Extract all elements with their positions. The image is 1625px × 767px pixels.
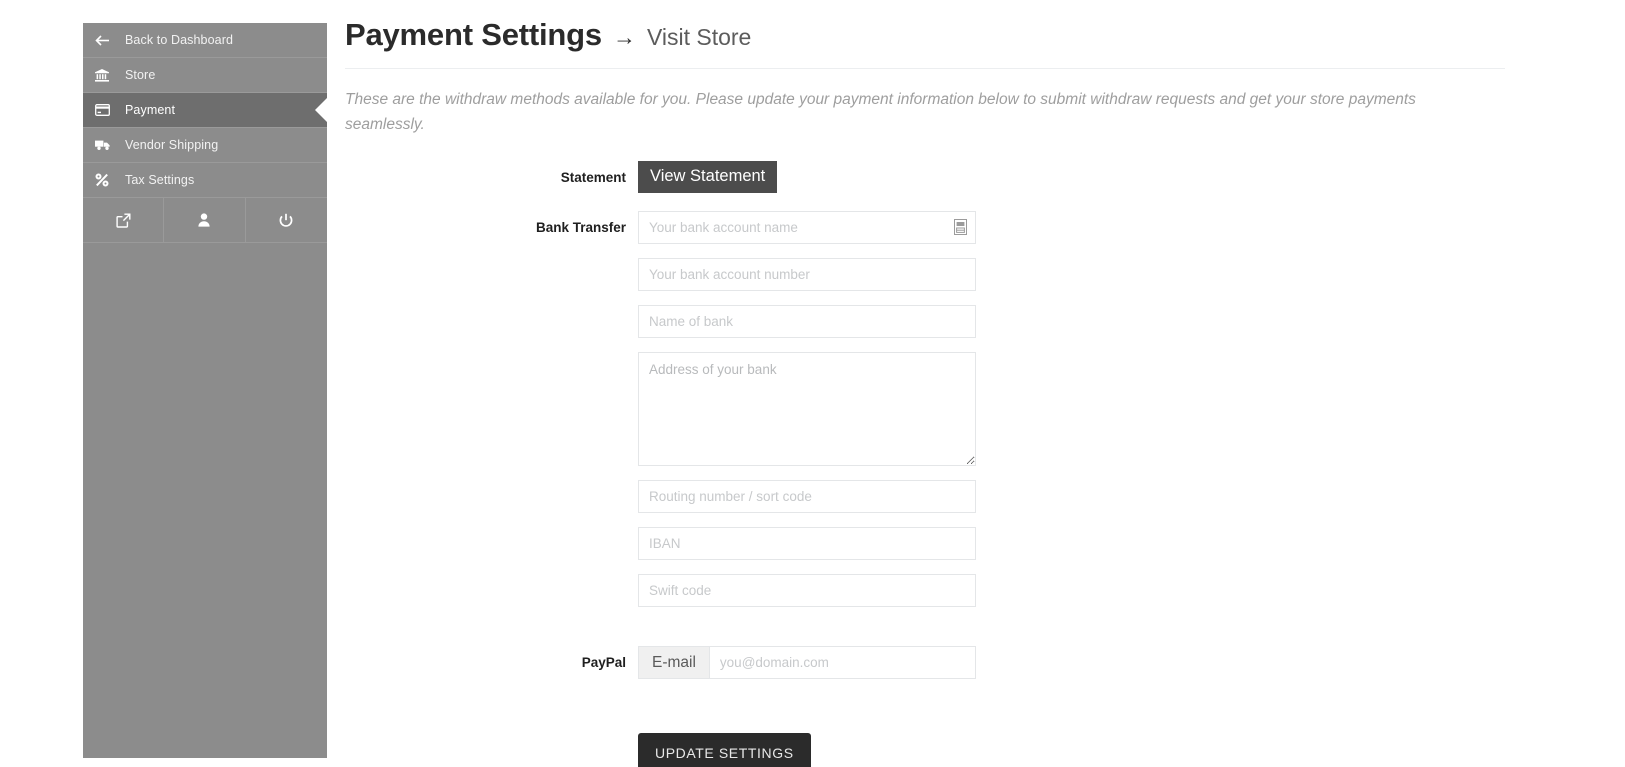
page-title: Payment Settings [345,17,602,52]
sidebar-item-label: Vendor Shipping [125,138,219,152]
sidebar-item-store[interactable]: Store [83,58,327,93]
page-description: These are the withdraw methods available… [345,91,1416,133]
sidebar-item-back-to-dashboard[interactable]: Back to Dashboard [83,23,327,58]
payment-settings-form: Statement View Statement Bank Transfer Y… [345,160,1595,767]
arrow-right-icon: → [612,24,636,50]
external-link-icon [116,213,131,228]
sidebar-item-label: Tax Settings [125,173,195,187]
active-indicator-arrow-icon [315,97,328,123]
paypal-row: PayPal E-mail [345,646,1595,680]
visit-store-link[interactable]: Visit Store [647,24,751,50]
bank-transfer-label: Bank Transfer [535,220,626,236]
sidebar: Back to Dashboard Store Payment Vendor S… [83,23,328,758]
iban-input[interactable] [638,527,976,561]
sidebar-item-label: Payment [125,103,176,117]
submit-spacer [345,733,638,767]
bank-account-name-input[interactable] [638,211,976,245]
page-header: Payment Settings → Visit Store [345,17,1505,70]
bank-icon [95,68,121,82]
bank-transfer-control [638,211,976,621]
paypal-control: E-mail [638,646,976,680]
sidebar-item-payment[interactable]: Payment [83,93,328,128]
truck-icon [95,139,121,151]
routing-number-input[interactable] [638,480,976,514]
main-content: Payment Settings → Visit Store These are… [345,17,1595,767]
bank-address-textarea[interactable] [638,352,976,467]
power-icon [279,213,293,228]
view-statement-button[interactable]: View Statement [638,160,778,194]
credit-card-icon [95,104,121,116]
swift-code-input[interactable] [638,574,976,608]
logout-tool-button[interactable] [246,198,327,242]
update-settings-button[interactable]: UPDATE SETTINGS [638,733,811,767]
paypal-label: PayPal [581,655,626,671]
bank-transfer-row: Bank Transfer [345,211,1595,621]
bank-account-number-input[interactable] [638,258,976,292]
payment-settings-page: Back to Dashboard Store Payment Vendor S… [0,0,1625,767]
paypal-email-input[interactable] [708,646,976,680]
statement-control: View Statement [638,160,778,194]
sidebar-item-vendor-shipping[interactable]: Vendor Shipping [83,128,327,163]
user-icon [198,213,211,227]
sidebar-tools [83,198,327,243]
sidebar-item-tax-settings[interactable]: Tax Settings [83,163,327,198]
paypal-input-group: E-mail [638,646,976,680]
arrow-left-icon [95,34,121,47]
sidebar-item-label: Back to Dashboard [125,33,234,47]
submit-row: UPDATE SETTINGS [345,733,1595,767]
statement-row: Statement View Statement [345,160,1595,194]
visit-store-tool-button[interactable] [83,198,165,242]
sidebar-item-label: Store [125,68,156,82]
bank-name-input[interactable] [638,305,976,339]
user-profile-tool-button[interactable] [164,198,246,242]
statement-label: Statement [560,169,626,185]
paypal-email-addon: E-mail [638,646,709,680]
percent-icon [95,173,121,187]
bank-account-name-wrapper [638,211,976,245]
